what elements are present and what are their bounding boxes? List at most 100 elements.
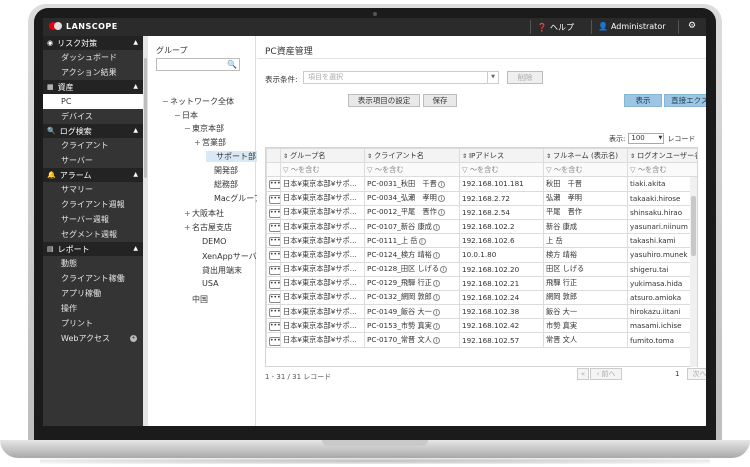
help-link[interactable]: ❓ ヘルプ bbox=[537, 22, 574, 33]
tree-node[interactable]: −ネットワーク全体 bbox=[162, 96, 234, 107]
more-options-icon[interactable]: ••• bbox=[269, 237, 280, 247]
info-icon[interactable]: i bbox=[418, 237, 426, 245]
more-options-icon[interactable]: ••• bbox=[269, 180, 280, 190]
nav-item[interactable]: サマリー bbox=[43, 182, 143, 197]
prev-page-button[interactable]: ‹ 前へ bbox=[590, 368, 622, 380]
nav-item[interactable]: デバイス bbox=[43, 109, 143, 124]
nav-section-header[interactable]: 🔍 ログ検索 ▲ bbox=[43, 124, 143, 138]
tree-node[interactable]: DEMO bbox=[194, 237, 226, 246]
display-button[interactable]: 表示 bbox=[624, 94, 662, 107]
tree-node[interactable]: 中国 bbox=[184, 294, 208, 305]
info-icon[interactable]: i bbox=[437, 180, 445, 188]
search-icon[interactable]: 🔍 bbox=[227, 60, 237, 69]
collapse-icon[interactable]: − bbox=[174, 111, 182, 120]
more-options-icon[interactable]: ••• bbox=[269, 293, 280, 303]
nav-item[interactable]: クライアント稼働 bbox=[43, 271, 143, 286]
column-filter[interactable]: ▽ 〜を含む bbox=[627, 162, 697, 178]
nav-scrollbar-thumb[interactable] bbox=[144, 58, 147, 178]
more-options-icon[interactable]: ••• bbox=[269, 308, 280, 318]
nav-item[interactable]: サーバー bbox=[43, 153, 143, 168]
condition-select[interactable]: 項目を選択 ▼ bbox=[303, 71, 499, 84]
info-icon[interactable]: i bbox=[432, 322, 440, 330]
info-icon[interactable]: i bbox=[432, 280, 440, 288]
nav-item[interactable]: サーバー週報 bbox=[43, 212, 143, 227]
more-options-icon[interactable]: ••• bbox=[269, 251, 280, 261]
column-header[interactable]: ⇕ IPアドレス bbox=[459, 148, 544, 164]
info-icon[interactable]: i bbox=[432, 308, 440, 316]
nav-section-header[interactable]: ▦ 資産 ▲ bbox=[43, 80, 143, 94]
nav-item[interactable]: プリント bbox=[43, 316, 143, 331]
column-header[interactable]: ⇕ グループ名 bbox=[280, 148, 365, 164]
user-menu[interactable]: 👤 Administrator bbox=[598, 22, 666, 31]
sort-icon[interactable]: ⇕ bbox=[546, 153, 553, 160]
filter-icon[interactable]: ▽ bbox=[462, 165, 470, 174]
tree-node[interactable]: 開発部 bbox=[206, 165, 238, 176]
info-icon[interactable]: i bbox=[432, 294, 440, 302]
filter-icon[interactable]: ▽ bbox=[367, 165, 375, 174]
info-icon[interactable]: i bbox=[432, 251, 440, 259]
table-row[interactable]: ••• 日本¥東京本部¥サポ… PC-0124_検方 靖裕 i 10.0.1.80 検方 … bbox=[266, 247, 697, 263]
info-icon[interactable]: i bbox=[432, 337, 440, 345]
column-filter[interactable]: ▽ 〜を含む bbox=[459, 162, 544, 178]
filter-icon[interactable]: ▽ bbox=[630, 165, 638, 174]
nav-item[interactable]: クライアント bbox=[43, 138, 143, 153]
table-row[interactable]: ••• 日本¥東京本部¥サポ… PC-0153_市勢 真実 i 192.168.102.… bbox=[266, 318, 697, 334]
table-scrollbar-thumb[interactable] bbox=[691, 196, 696, 256]
column-filter[interactable] bbox=[266, 162, 281, 178]
tree-node[interactable]: −東京本部 bbox=[184, 123, 224, 134]
tree-node[interactable]: サポート部 bbox=[206, 151, 262, 162]
collapse-icon[interactable]: − bbox=[162, 97, 170, 106]
tree-search-input[interactable]: 🔍 bbox=[156, 58, 240, 71]
filter-icon[interactable]: ▽ bbox=[546, 165, 554, 174]
tree-node[interactable]: 総務部 bbox=[206, 179, 238, 190]
tree-node[interactable]: XenAppサーバ bbox=[194, 251, 257, 262]
tools-icon[interactable]: ⚙ bbox=[688, 21, 696, 31]
more-options-icon[interactable]: ••• bbox=[269, 194, 280, 204]
tree-node[interactable]: USA bbox=[194, 279, 219, 288]
table-row[interactable]: ••• 日本¥東京本部¥サポ… PC-0132_網岡 敦郎 i 192.168.102.… bbox=[266, 289, 697, 306]
more-options-icon[interactable]: ••• bbox=[269, 223, 280, 233]
table-row[interactable]: ••• 日本¥東京本部¥サポ… PC-0107_新谷 康成 i 192.168.102.… bbox=[266, 218, 697, 235]
sort-icon[interactable]: ⇕ bbox=[630, 153, 637, 160]
more-options-icon[interactable]: ••• bbox=[269, 322, 280, 332]
tree-node[interactable]: +大阪本社 bbox=[184, 208, 224, 219]
table-row[interactable]: ••• 日本¥東京本部¥サポ… PC-0149_飯谷 大一 i 192.168.102.… bbox=[266, 304, 697, 320]
table-row[interactable]: ••• 日本¥東京本部¥サポ… PC-0129_飛驒 行正 i 192.168.102.… bbox=[266, 275, 697, 291]
sort-icon[interactable]: ⇕ bbox=[283, 153, 290, 160]
expand-icon[interactable]: + bbox=[184, 223, 192, 232]
tree-node[interactable]: −日本 bbox=[174, 110, 198, 121]
expand-icon[interactable]: + bbox=[194, 138, 202, 147]
tree-node[interactable]: +名古屋支店 bbox=[184, 222, 232, 233]
nav-section-header[interactable]: 🔔 アラーム ▲ bbox=[43, 168, 143, 182]
nav-section-header[interactable]: ▤ レポート ▲ bbox=[43, 242, 143, 256]
more-options-icon[interactable]: ••• bbox=[269, 265, 280, 275]
tree-node[interactable]: +営業部 bbox=[194, 137, 226, 148]
save-button[interactable]: 保存 bbox=[423, 94, 457, 107]
more-options-icon[interactable]: ••• bbox=[269, 208, 280, 218]
table-row[interactable]: ••• 日本¥東京本部¥サポ… PC-0012_平尾 晋作 i 192.168.2.54… bbox=[266, 204, 697, 220]
info-icon[interactable]: i bbox=[437, 209, 445, 217]
column-header[interactable]: ⇕ クライアント名 bbox=[364, 148, 460, 164]
nav-item[interactable]: ダッシュボード bbox=[43, 50, 143, 65]
column-filter[interactable]: ▽ 〜を含む bbox=[364, 162, 460, 178]
table-row[interactable]: ••• 日本¥東京本部¥サポ… PC-0111_上 岳 i 192.168.102.6 上… bbox=[266, 233, 697, 249]
sort-icon[interactable]: ⇕ bbox=[462, 153, 469, 160]
column-header[interactable]: ⇕ フルネーム (表示名) bbox=[543, 148, 628, 164]
table-row[interactable]: ••• 日本¥東京本部¥サポ… PC-0031_秋田 千晋 i 192.168.101.… bbox=[266, 176, 697, 192]
column-filter[interactable]: ▽ 〜を含む bbox=[543, 162, 628, 178]
nav-section-header[interactable]: ◉ リスク対策 ▲ bbox=[43, 36, 143, 50]
more-options-icon[interactable]: ••• bbox=[269, 336, 280, 346]
column-filter[interactable]: ▽ 〜を含む bbox=[280, 162, 365, 178]
collapse-icon[interactable]: − bbox=[184, 124, 192, 133]
info-icon[interactable]: i bbox=[437, 195, 445, 203]
nav-item[interactable]: セグメント週報 bbox=[43, 227, 143, 242]
table-row[interactable]: ••• 日本¥東京本部¥サポ… PC-0170_常晋 文人 i 192.168.102.… bbox=[266, 332, 697, 348]
per-page-select[interactable]: 100 ▼ bbox=[628, 133, 665, 144]
app-logo[interactable]: LANSCOPE bbox=[49, 21, 118, 31]
display-settings-button[interactable]: 表示項目の設定 bbox=[348, 94, 420, 107]
next-page-button[interactable]: 次へ › bbox=[687, 368, 706, 380]
nav-item[interactable]: Webアクセス + bbox=[43, 331, 143, 346]
table-row[interactable]: ••• 日本¥東京本部¥サポ… PC-0128_田区 しげる i 192.168.102… bbox=[266, 261, 697, 277]
clear-condition-button[interactable]: 削除 bbox=[507, 71, 543, 84]
export-button[interactable]: 直接エクスポート bbox=[664, 94, 706, 107]
